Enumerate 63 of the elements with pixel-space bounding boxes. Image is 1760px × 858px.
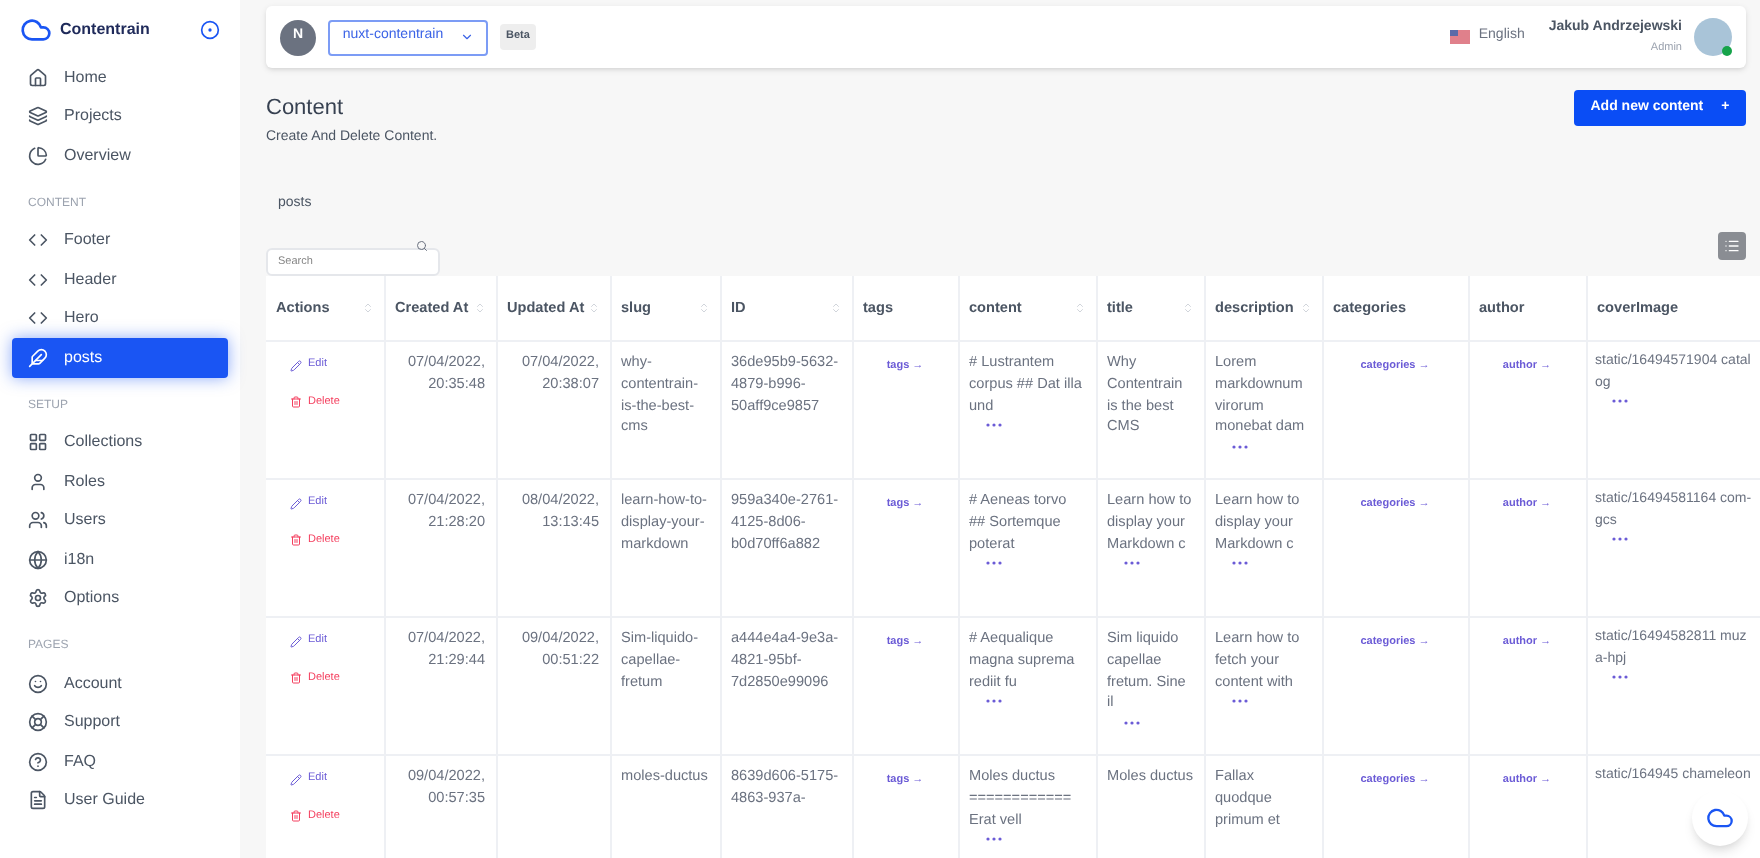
logo-icon: [20, 14, 52, 46]
nav-icon: [28, 790, 48, 811]
nav-item[interactable]: Hero: [12, 299, 228, 338]
trash-icon: [290, 396, 302, 409]
collapse-icon[interactable]: [200, 20, 220, 40]
caret-icon: [459, 30, 474, 45]
more-icon[interactable]: [1611, 536, 1627, 543]
nav-icon: [28, 106, 48, 127]
more-icon[interactable]: [1231, 697, 1247, 704]
nav-item[interactable]: Support: [12, 703, 228, 742]
nav-item[interactable]: Projects: [12, 97, 228, 136]
list-icon: [1724, 237, 1740, 254]
cloud-icon: [1706, 804, 1734, 832]
nav-item[interactable]: Options: [12, 579, 228, 618]
pencil-icon: [290, 359, 302, 372]
nav-icon: [28, 269, 48, 290]
nav-icon: [28, 67, 48, 88]
nav-icon: [28, 673, 48, 694]
nav-icon: [28, 588, 48, 609]
nav-icon: [28, 712, 48, 733]
brand-name: Contentrain: [60, 18, 150, 42]
more-icon[interactable]: [1611, 398, 1627, 405]
nav-item[interactable]: Home: [12, 58, 228, 97]
nav-icon: [28, 145, 48, 166]
nav-item[interactable]: posts: [12, 338, 228, 377]
flag-icon: [1450, 30, 1471, 45]
more-icon[interactable]: [1231, 559, 1247, 566]
more-icon[interactable]: [1123, 719, 1139, 726]
nav-icon: [28, 510, 48, 531]
nav-item[interactable]: FAQ: [12, 742, 228, 781]
nav-item[interactable]: Users: [12, 501, 228, 540]
column-toggle[interactable]: [1718, 231, 1746, 260]
pencil-icon: [290, 497, 302, 510]
more-icon[interactable]: [985, 697, 1001, 704]
nav-icon: [28, 549, 48, 570]
nav-item[interactable]: Collections: [12, 423, 228, 462]
page-title: Content: [266, 96, 346, 124]
nav-item[interactable]: Roles: [12, 462, 228, 501]
more-icon[interactable]: [985, 421, 1001, 428]
nav-item[interactable]: User Guide: [12, 781, 228, 820]
nav-item[interactable]: Account: [12, 664, 228, 703]
user-avatar[interactable]: [1694, 18, 1732, 57]
nav-icon: [28, 230, 48, 251]
nav-item[interactable]: Overview: [12, 136, 228, 175]
nav-item[interactable]: i18n: [12, 540, 228, 579]
trash-icon: [290, 810, 302, 823]
nav-item[interactable]: Footer: [12, 221, 228, 260]
pencil-icon: [290, 773, 302, 786]
nav-icon: [28, 308, 48, 329]
trash-icon: [290, 534, 302, 547]
nav-icon: [28, 432, 48, 453]
nav-item[interactable]: Header: [12, 260, 228, 299]
more-icon[interactable]: [985, 835, 1001, 842]
more-icon[interactable]: [1611, 674, 1627, 681]
pencil-icon: [290, 635, 302, 648]
more-icon[interactable]: [1231, 443, 1247, 450]
more-icon[interactable]: [985, 559, 1001, 566]
search-icon: [416, 239, 428, 252]
more-icon[interactable]: [1123, 559, 1139, 566]
trash-icon: [290, 672, 302, 685]
nav-icon: [28, 347, 48, 368]
nav-icon: [28, 471, 48, 492]
nav-icon: [28, 751, 48, 772]
